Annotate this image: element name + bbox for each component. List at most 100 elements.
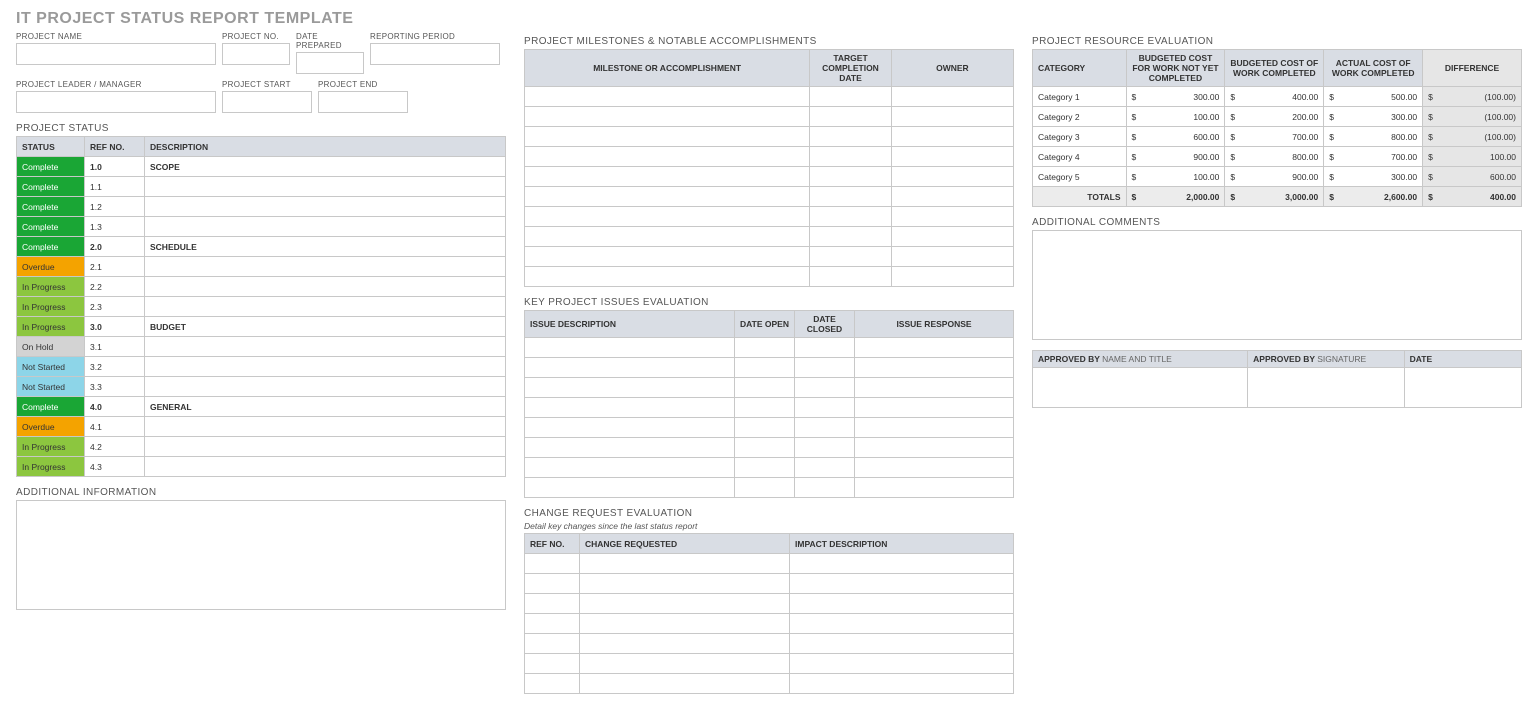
cell[interactable] <box>855 458 1014 478</box>
cell[interactable] <box>525 634 580 654</box>
cell-status[interactable]: In Progress <box>17 297 85 317</box>
cell-desc[interactable] <box>145 337 506 357</box>
cell[interactable] <box>525 614 580 634</box>
cell[interactable] <box>580 594 790 614</box>
cell-status[interactable]: Complete <box>17 397 85 417</box>
cell[interactable] <box>810 267 892 287</box>
cell-status[interactable]: Complete <box>17 217 85 237</box>
cell[interactable] <box>795 338 855 358</box>
cell-desc[interactable]: GENERAL <box>145 397 506 417</box>
cell[interactable] <box>790 574 1014 594</box>
cell[interactable] <box>810 247 892 267</box>
cell[interactable] <box>525 107 810 127</box>
cell[interactable] <box>891 147 1013 167</box>
cell[interactable] <box>525 438 735 458</box>
cell[interactable] <box>891 227 1013 247</box>
cell-status[interactable]: Complete <box>17 197 85 217</box>
input-project-leader[interactable] <box>16 91 216 113</box>
input-project-name[interactable] <box>16 43 216 65</box>
cell-desc[interactable] <box>145 457 506 477</box>
cell[interactable] <box>891 107 1013 127</box>
cell-approved-signature[interactable] <box>1248 368 1404 408</box>
cell[interactable] <box>891 87 1013 107</box>
cell[interactable] <box>855 418 1014 438</box>
cell[interactable] <box>525 267 810 287</box>
cell[interactable] <box>580 674 790 694</box>
cell[interactable] <box>735 458 795 478</box>
input-project-no[interactable] <box>222 43 290 65</box>
cell[interactable] <box>580 574 790 594</box>
cell[interactable] <box>525 87 810 107</box>
cell-status[interactable]: Not Started <box>17 357 85 377</box>
box-additional-info[interactable] <box>16 500 506 610</box>
cell-status[interactable]: Complete <box>17 237 85 257</box>
cell[interactable] <box>525 654 580 674</box>
cell[interactable] <box>795 438 855 458</box>
cell-desc[interactable] <box>145 197 506 217</box>
cell[interactable] <box>795 478 855 498</box>
cell-desc[interactable] <box>145 417 506 437</box>
cell[interactable] <box>891 167 1013 187</box>
cell-desc[interactable] <box>145 177 506 197</box>
cell-status[interactable]: On Hold <box>17 337 85 357</box>
cell[interactable] <box>795 398 855 418</box>
cell[interactable] <box>525 478 735 498</box>
cell-approved-name[interactable] <box>1033 368 1248 408</box>
cell[interactable] <box>790 614 1014 634</box>
cell[interactable] <box>525 227 810 247</box>
cell[interactable] <box>525 378 735 398</box>
cell[interactable] <box>735 478 795 498</box>
cell-desc[interactable] <box>145 357 506 377</box>
cell[interactable] <box>795 378 855 398</box>
cell[interactable] <box>891 187 1013 207</box>
cell[interactable] <box>525 458 735 478</box>
cell-desc[interactable] <box>145 217 506 237</box>
cell-desc[interactable] <box>145 257 506 277</box>
cell-status[interactable]: Not Started <box>17 377 85 397</box>
cell[interactable] <box>525 247 810 267</box>
cell[interactable] <box>810 187 892 207</box>
cell-approved-date[interactable] <box>1404 368 1521 408</box>
cell[interactable] <box>790 634 1014 654</box>
cell[interactable] <box>795 418 855 438</box>
input-date-prepared[interactable] <box>296 52 364 74</box>
cell[interactable] <box>855 338 1014 358</box>
cell[interactable] <box>525 167 810 187</box>
cell-desc[interactable]: SCOPE <box>145 157 506 177</box>
cell[interactable] <box>580 654 790 674</box>
cell[interactable] <box>855 478 1014 498</box>
input-project-start[interactable] <box>222 91 312 113</box>
cell[interactable] <box>810 207 892 227</box>
cell-status[interactable]: In Progress <box>17 457 85 477</box>
cell[interactable] <box>810 87 892 107</box>
cell[interactable] <box>525 554 580 574</box>
cell[interactable] <box>525 418 735 438</box>
cell-status[interactable]: Overdue <box>17 417 85 437</box>
cell[interactable] <box>525 674 580 694</box>
cell[interactable] <box>855 358 1014 378</box>
cell-desc[interactable] <box>145 297 506 317</box>
cell-status[interactable]: In Progress <box>17 437 85 457</box>
cell-status[interactable]: Overdue <box>17 257 85 277</box>
cell-status[interactable]: Complete <box>17 157 85 177</box>
cell-status[interactable]: Complete <box>17 177 85 197</box>
cell-desc[interactable] <box>145 277 506 297</box>
cell[interactable] <box>810 167 892 187</box>
cell[interactable] <box>810 227 892 247</box>
cell[interactable] <box>525 398 735 418</box>
cell[interactable] <box>891 247 1013 267</box>
cell[interactable] <box>525 338 735 358</box>
cell[interactable] <box>525 358 735 378</box>
box-comments[interactable] <box>1032 230 1522 340</box>
cell[interactable] <box>525 207 810 227</box>
cell[interactable] <box>891 207 1013 227</box>
cell[interactable] <box>525 574 580 594</box>
cell[interactable] <box>525 187 810 207</box>
cell[interactable] <box>855 378 1014 398</box>
cell[interactable] <box>790 674 1014 694</box>
cell[interactable] <box>810 147 892 167</box>
cell-desc[interactable] <box>145 377 506 397</box>
cell[interactable] <box>525 147 810 167</box>
cell[interactable] <box>790 654 1014 674</box>
cell[interactable] <box>580 634 790 654</box>
